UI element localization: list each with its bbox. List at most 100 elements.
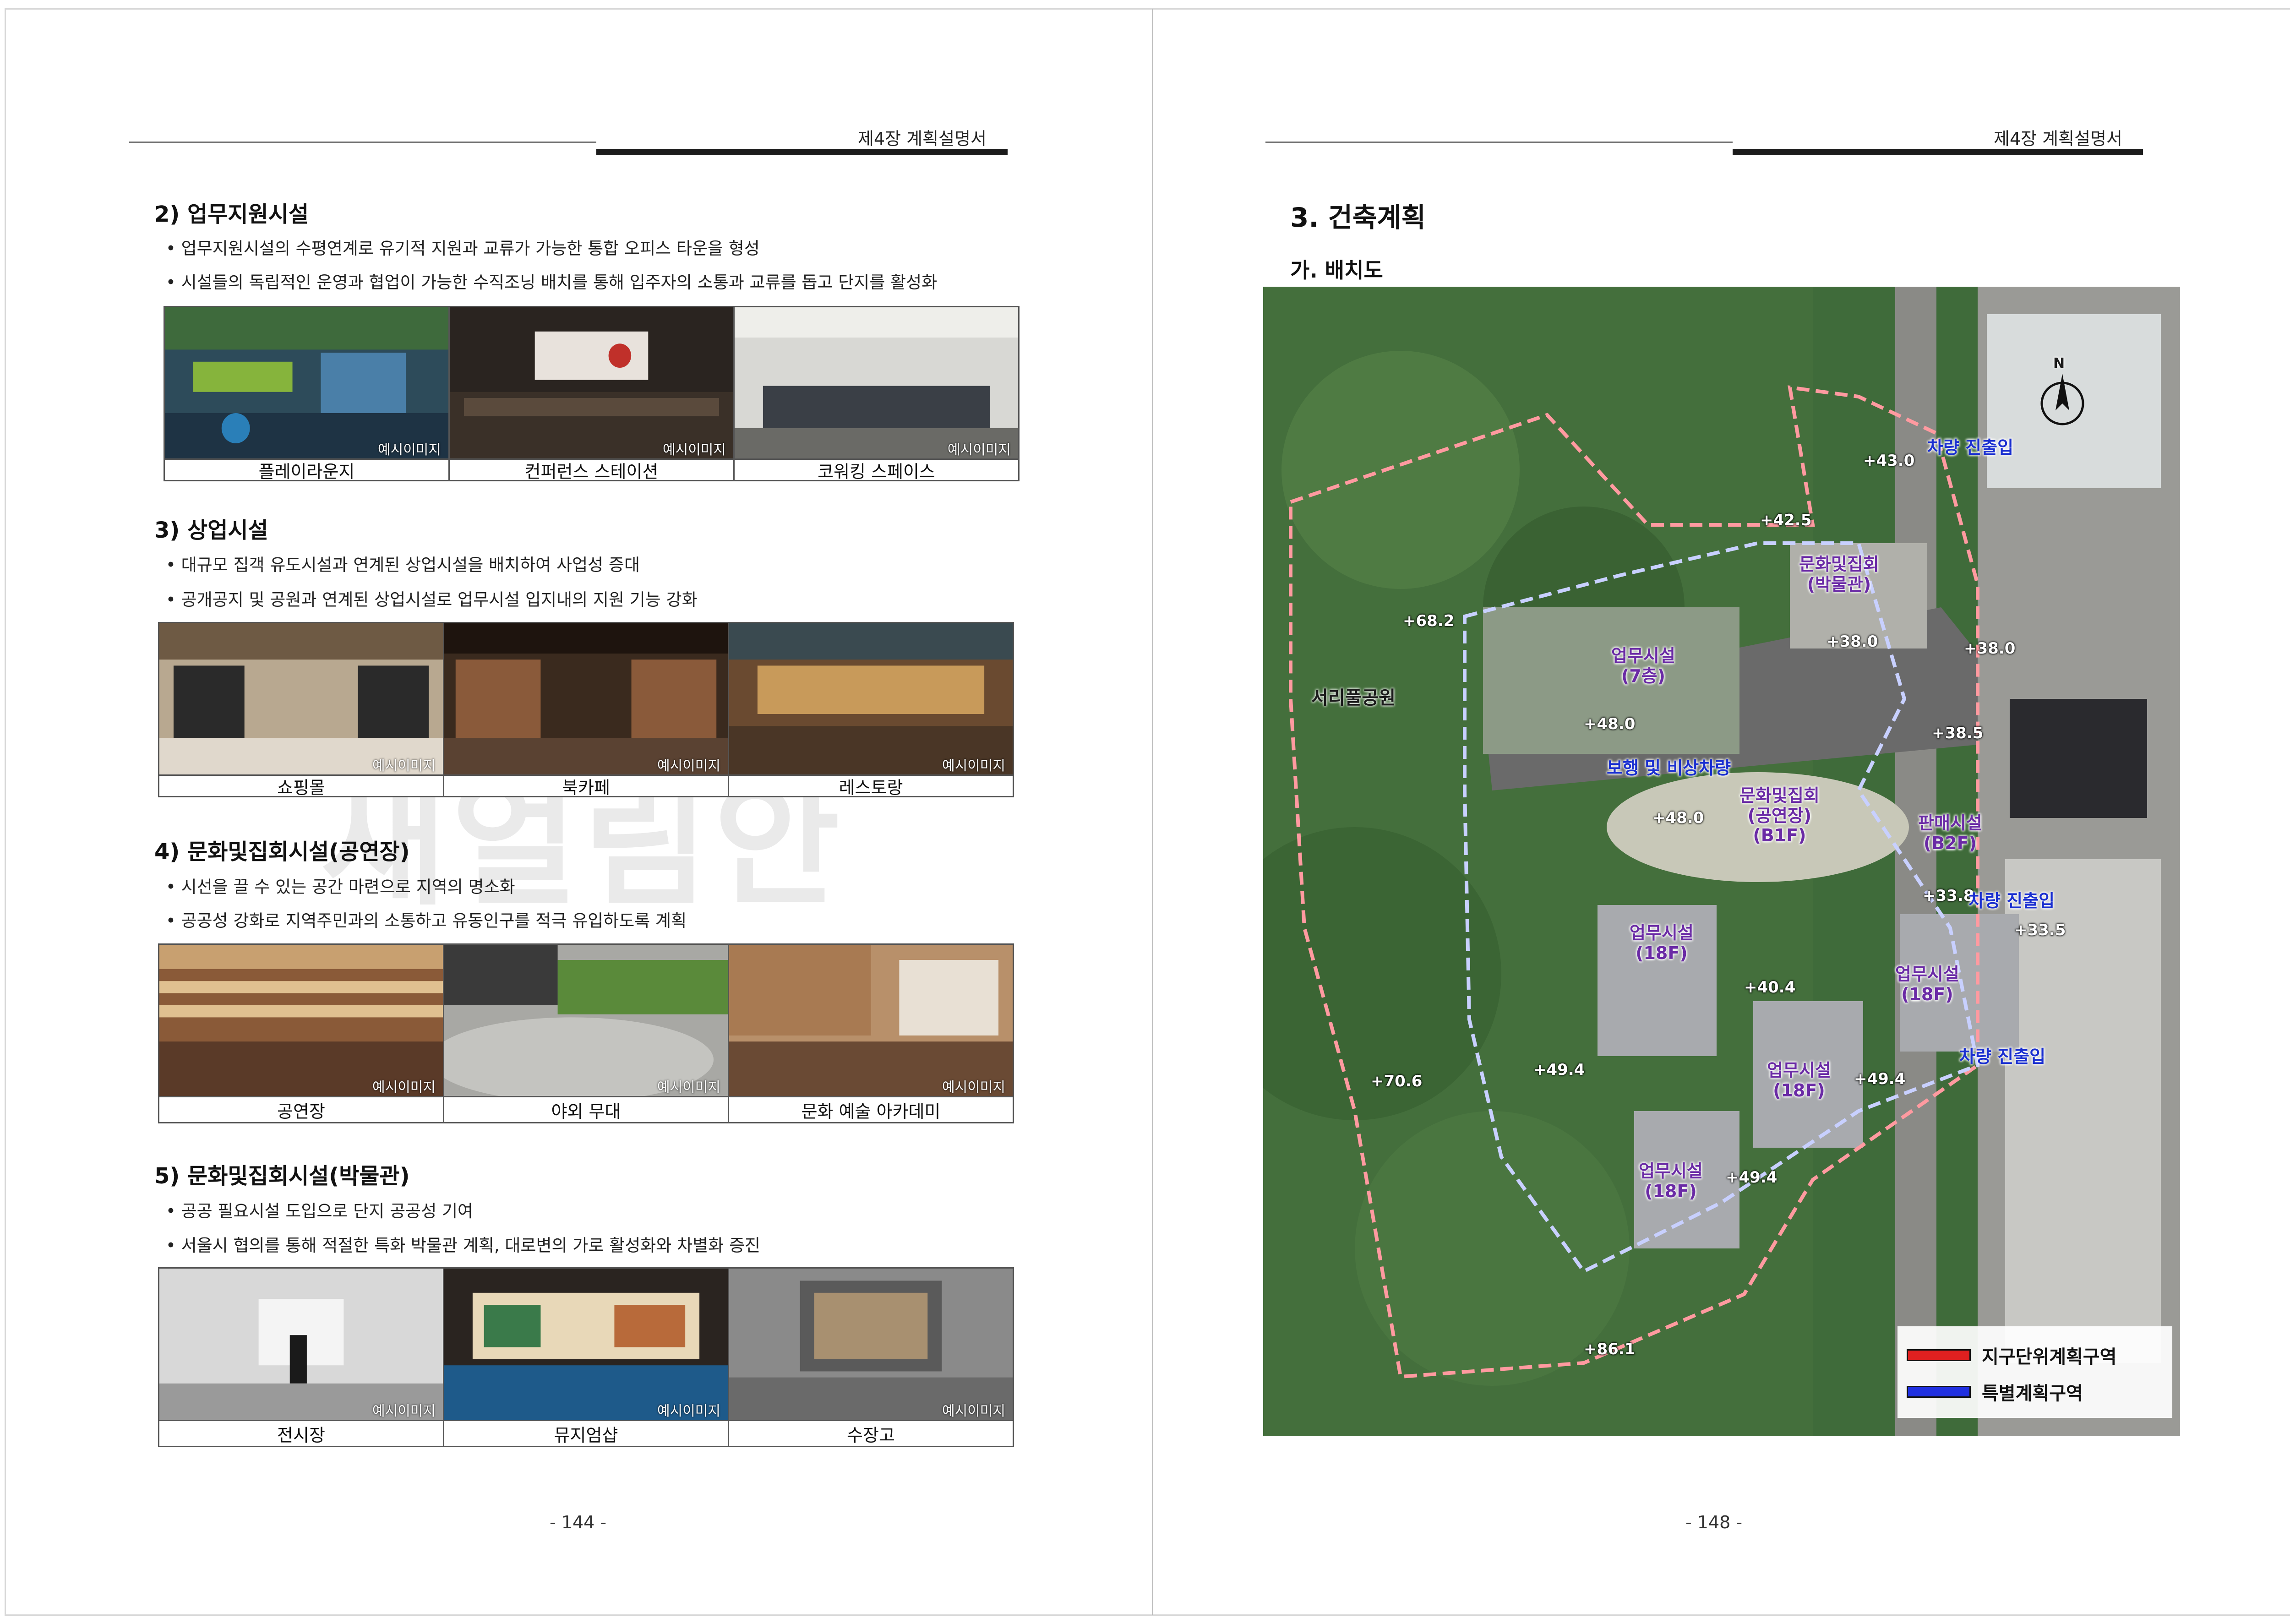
photo-cell: 예시이미지 문화 예술 아카데미 <box>729 945 1013 1122</box>
elevation-label: +48.0 <box>1584 715 1636 733</box>
photo-cell: 예시이미지 전시장 <box>159 1269 444 1446</box>
example-photo <box>444 945 728 1096</box>
photo-cell: 예시이미지 코워킹 스페이스 <box>735 307 1018 482</box>
elevation-label: +42.5 <box>1760 511 1812 529</box>
elevation-label: +49.4 <box>1726 1168 1777 1187</box>
chapter-header: 제4장 계획설명서 <box>1994 129 2122 149</box>
photo-cell: 예시이미지 야외 무대 <box>444 945 729 1122</box>
section-title: 5) 문화및집회시설(박물관) <box>154 1163 410 1189</box>
map-legend: 지구단위계획구역 특별계획구역 <box>1897 1326 2172 1418</box>
section-title: 3) 상업시설 <box>154 518 268 543</box>
header-rule-thick <box>1733 149 2143 155</box>
photo-cell: 예시이미지 북카페 <box>444 623 729 798</box>
elevation-label: +33.8 <box>1923 887 1974 905</box>
bullet-text: • 공개공지 및 공원과 연계된 상업시설로 업무시설 입지내의 지원 기능 강… <box>166 590 698 610</box>
elevation-label: +38.0 <box>1827 632 1878 651</box>
photo-tag: 예시이미지 <box>378 442 441 458</box>
photo-strip: 예시이미지 공연장 예시이미지 야외 무대 예시이미지 문화 예술 아카데미 <box>158 943 1014 1123</box>
photo-caption: 코워킹 스페이스 <box>735 458 1018 482</box>
photo-caption: 공연장 <box>159 1096 443 1122</box>
photo-tag: 예시이미지 <box>948 442 1011 458</box>
photo-caption: 컨퍼런스 스테이션 <box>450 458 733 482</box>
page-title: 3. 건축계획 <box>1290 202 1426 233</box>
legend-swatch-red <box>1907 1349 1971 1361</box>
elevation-label: +40.4 <box>1744 978 1796 997</box>
bullet-text: • 대규모 집객 유도시설과 연계된 상업시설을 배치하여 사업성 증대 <box>166 555 640 575</box>
photo-strip: 예시이미지 쇼핑몰 예시이미지 북카페 예시이미지 레스토랑 <box>158 622 1014 798</box>
building-label: 업무시설 (18F) <box>1630 923 1694 963</box>
bullet-text: • 시선을 끌 수 있는 공간 마련으로 지역의 명소화 <box>166 877 515 897</box>
building-label: 판매시설 (B2F) <box>1918 813 1982 853</box>
site-plan-aerial <box>1263 287 2180 1436</box>
elevation-label: +38.5 <box>1932 724 1984 742</box>
photo-cell: 예시이미지 수장고 <box>729 1269 1013 1446</box>
elevation-label: +68.2 <box>1403 612 1455 630</box>
photo-tag: 예시이미지 <box>657 1079 720 1095</box>
building-label: 업무시설 (7층) <box>1611 646 1675 686</box>
header-rule-thick <box>596 149 1008 155</box>
chapter-header: 제4장 계획설명서 <box>858 129 987 149</box>
photo-tag: 예시이미지 <box>372 758 436 774</box>
park-label: 서리풀공원 <box>1311 687 1396 708</box>
example-photo <box>735 307 1018 458</box>
photo-tag: 예시이미지 <box>372 1403 436 1419</box>
bullet-text: • 공공 필요시설 도입으로 단지 공공성 기여 <box>166 1201 474 1221</box>
bullet-text: • 업무지원시설의 수평연계로 유기적 지원과 교류가 가능한 통합 오피스 타… <box>166 239 760 258</box>
example-photo <box>444 623 728 774</box>
building-label: 업무시설 (18F) <box>1895 964 1959 1004</box>
building-label: 업무시설 (18F) <box>1639 1161 1703 1201</box>
example-photo <box>729 623 1013 774</box>
example-photo <box>159 1269 443 1420</box>
building-label: 업무시설 (18F) <box>1767 1060 1831 1101</box>
photo-caption: 전시장 <box>159 1420 443 1446</box>
elevation-label: +49.4 <box>1854 1070 1906 1088</box>
photo-caption: 수장고 <box>729 1420 1013 1446</box>
legend-label: 특별계획구역 <box>1982 1383 2083 1404</box>
example-photo <box>729 1269 1013 1420</box>
photo-caption: 레스토랑 <box>729 774 1013 798</box>
example-photo <box>159 623 443 774</box>
example-photo <box>444 1269 728 1420</box>
elevation-label: +43.0 <box>1863 452 1915 470</box>
page-number: - 148 - <box>1685 1512 1743 1532</box>
site-plan-map: N 서리풀공원 업무시설 (7층) 문화및집회 (박물관) 문화및집회 (공연장) (B… <box>1263 287 2180 1436</box>
elevation-label: +49.4 <box>1533 1061 1585 1079</box>
legend-item: 지구단위계획구역 <box>1907 1342 2116 1368</box>
photo-cell: 예시이미지 뮤지엄샵 <box>444 1269 729 1446</box>
example-photo <box>165 307 448 458</box>
photo-tag: 예시이미지 <box>657 1403 720 1419</box>
photo-caption: 문화 예술 아카데미 <box>729 1096 1013 1122</box>
building-label: 문화및집회 (공연장) (B1F) <box>1739 785 1820 846</box>
page-number: - 144 - <box>550 1512 607 1532</box>
photo-caption: 쇼핑몰 <box>159 774 443 798</box>
building-label: 문화및집회 (박물관) <box>1799 554 1879 594</box>
header-rule-thin <box>129 142 596 143</box>
photo-cell: 예시이미지 공연장 <box>159 945 444 1122</box>
legend-swatch-blue <box>1907 1386 1971 1398</box>
photo-cell: 예시이미지 쇼핑몰 <box>159 623 444 798</box>
example-photo <box>450 307 733 458</box>
example-photo <box>729 945 1013 1096</box>
photo-cell: 예시이미지 컨퍼런스 스테이션 <box>450 307 735 482</box>
north-label: N <box>2053 355 2065 371</box>
photo-caption: 북카페 <box>444 774 728 798</box>
photo-caption: 뮤지엄샵 <box>444 1420 728 1446</box>
elevation-label: +70.6 <box>1371 1072 1423 1090</box>
section-title: 4) 문화및집회시설(공연장) <box>154 839 410 865</box>
photo-caption: 플레이라운지 <box>165 458 448 482</box>
page-subtitle: 가. 배치도 <box>1290 258 1383 283</box>
photo-tag: 예시이미지 <box>663 442 726 458</box>
photo-tag: 예시이미지 <box>372 1079 436 1095</box>
photo-caption: 야외 무대 <box>444 1096 728 1122</box>
legend-item: 특별계획구역 <box>1907 1379 2083 1405</box>
vehicle-access-label: 차량 진출입 <box>1959 1046 2046 1067</box>
header-rule-thin <box>1265 142 1733 143</box>
photo-strip: 예시이미지 전시장 예시이미지 뮤지엄샵 예시이미지 수장고 <box>158 1267 1014 1447</box>
vehicle-access-label: 차량 진출입 <box>1927 437 2014 458</box>
bullet-text: • 서울시 협의를 통해 적절한 특화 박물관 계획, 대로변의 가로 활성화와… <box>166 1236 761 1255</box>
elevation-label: +48.0 <box>1652 809 1704 827</box>
photo-tag: 예시이미지 <box>942 1403 1005 1419</box>
elevation-label: +33.5 <box>2014 921 2066 939</box>
photo-tag: 예시이미지 <box>657 758 720 774</box>
elevation-label: +86.1 <box>1584 1340 1636 1358</box>
